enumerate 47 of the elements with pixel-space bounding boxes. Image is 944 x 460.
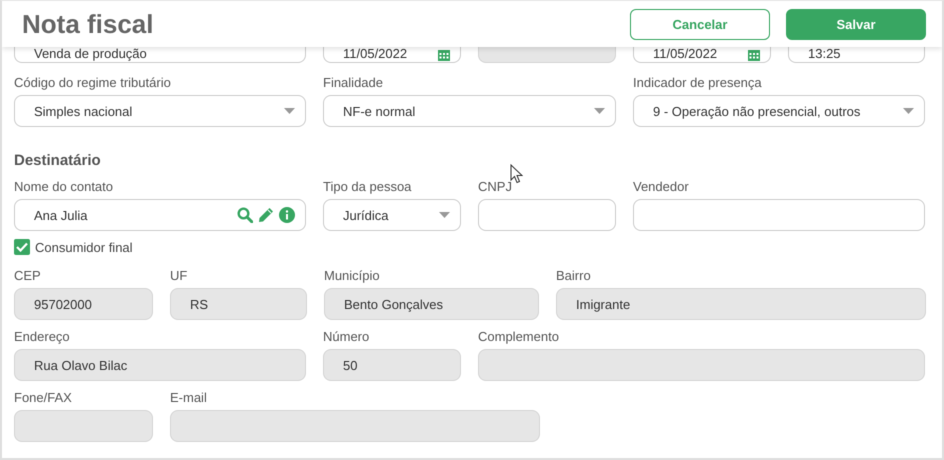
dropdown[interactable]: NF-e normal xyxy=(323,95,616,127)
input-field: RS xyxy=(170,288,307,320)
field-label: Vendedor xyxy=(633,179,690,195)
field-label: CNPJ xyxy=(478,179,513,195)
field-label: Endereço xyxy=(14,329,71,345)
input-field[interactable] xyxy=(478,199,616,231)
field-label: Indicador de presença xyxy=(633,75,763,91)
field-label: Nome do contato xyxy=(14,179,114,195)
dropdown[interactable]: Simples nacional xyxy=(14,95,306,127)
input-field: Imigrante xyxy=(556,288,926,320)
search-icon[interactable] xyxy=(237,207,253,223)
field-label: Município xyxy=(324,268,381,284)
field-label: UF xyxy=(170,268,188,284)
field-label: Código do regime tributário xyxy=(14,75,172,91)
input-field[interactable] xyxy=(633,199,925,231)
page-title: Nota fiscal xyxy=(22,8,154,40)
checkbox-label: Consumidor final xyxy=(35,240,133,254)
date-field[interactable]: 11/05/2022 xyxy=(323,46,461,63)
input-field: Rua Olavo Bilac xyxy=(14,349,306,381)
dropdown[interactable]: 9 - Operação não presencial, outros xyxy=(633,95,925,127)
info-icon[interactable] xyxy=(279,207,295,223)
caret-icon xyxy=(903,108,914,114)
field-label: Bairro xyxy=(556,268,592,284)
section-heading: Destinatário xyxy=(14,151,102,171)
input-field: 50 xyxy=(323,349,461,381)
input-field[interactable]: 13:25 xyxy=(788,46,925,63)
input-field: Bento Gonçalves xyxy=(324,288,539,320)
field-label: Fone/FAX xyxy=(14,390,73,406)
dropdown[interactable]: Jurídica xyxy=(323,199,461,231)
caret-icon xyxy=(594,108,605,114)
contact-field[interactable]: Ana Julia xyxy=(14,199,306,231)
caret-icon xyxy=(439,212,450,218)
field-label: E-mail xyxy=(170,390,208,406)
calendar-icon[interactable] xyxy=(438,50,450,61)
cursor-icon xyxy=(510,164,523,184)
field-label: Tipo da pessoa xyxy=(323,179,412,195)
field-label: Complemento xyxy=(478,329,560,345)
field-label: CEP xyxy=(14,268,42,284)
field-label: Finalidade xyxy=(323,75,384,91)
field-label: Número xyxy=(323,329,370,345)
date-field[interactable]: 11/05/2022 xyxy=(633,46,771,63)
caret-icon xyxy=(284,108,295,114)
input-field[interactable]: Venda de produção xyxy=(14,46,306,63)
input-field: 95702000 xyxy=(14,288,153,320)
pencil-icon[interactable] xyxy=(258,207,274,223)
calendar-icon[interactable] xyxy=(748,50,760,61)
checkbox[interactable] xyxy=(14,239,30,255)
